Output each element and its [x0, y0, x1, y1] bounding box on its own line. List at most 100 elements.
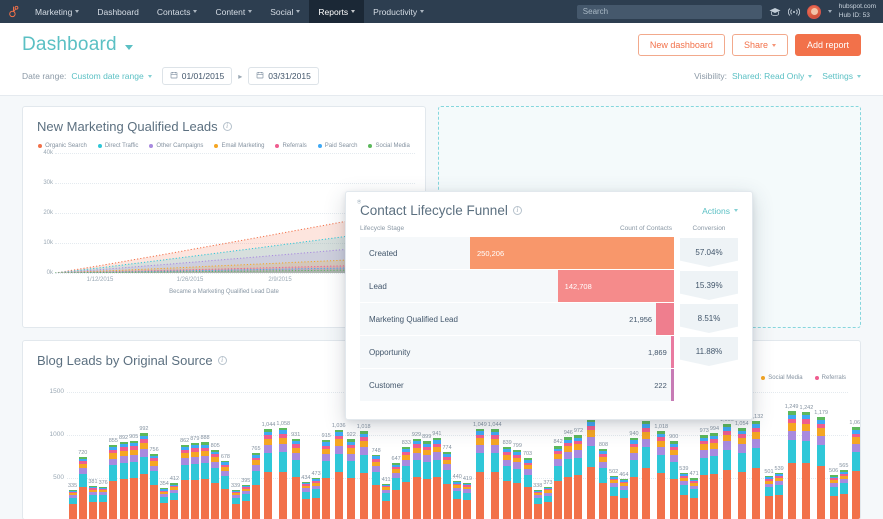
bar-stack — [201, 442, 210, 519]
funnel-actions-label: Actions — [702, 205, 730, 216]
bar-column[interactable]: 1,179 — [814, 383, 828, 519]
bar-column[interactable]: 412 — [170, 383, 179, 519]
bar-value-label: 501 — [764, 468, 774, 475]
graduation-cap-icon[interactable] — [769, 6, 781, 18]
bar-segment — [554, 481, 563, 519]
bar-segment — [334, 445, 343, 454]
y-axis-tick: 1000 — [49, 430, 64, 438]
funnel-row[interactable]: Marketing Qualified Lead 21,956 8.51% — [360, 302, 738, 335]
date-start-field[interactable]: 01/01/2015 — [161, 67, 233, 85]
bar-segment — [802, 423, 811, 432]
legend-item-email-marketing[interactable]: Email Marketing — [214, 143, 264, 149]
card-contact-lifecycle-funnel[interactable]: ⍟ Contact Lifecycle Funnel i Actions Lif… — [345, 191, 753, 420]
bar-column[interactable]: 915 — [322, 383, 331, 519]
bar-stack — [382, 483, 391, 519]
bar-column[interactable]: 992 — [139, 383, 149, 519]
bar-column[interactable]: 756 — [150, 383, 159, 519]
nav-item-productivity[interactable]: Productivity — [364, 0, 433, 23]
legend-item-direct-traffic[interactable]: Direct Traffic — [97, 143, 138, 149]
bar-segment — [359, 454, 368, 474]
funnel-col-stage: Lifecycle Stage — [360, 225, 405, 232]
bar-segment — [752, 468, 761, 519]
bar-column[interactable]: 892 — [119, 383, 128, 519]
bar-column[interactable]: 879 — [190, 383, 199, 519]
bar-column[interactable]: 354 — [160, 383, 169, 519]
bar-column[interactable]: 765 — [251, 383, 261, 519]
nav-item-dashboard[interactable]: Dashboard — [88, 0, 148, 23]
funnel-row[interactable]: Lead 142,708 15.39% — [360, 269, 738, 302]
bar-column[interactable]: 395 — [241, 383, 250, 519]
bar-column[interactable]: 931 — [291, 383, 300, 519]
bar-column[interactable]: 339 — [231, 383, 240, 519]
bar-value-label: 774 — [442, 445, 452, 452]
date-range-selector[interactable]: Custom date range — [71, 71, 152, 81]
nav-item-marketing[interactable]: Marketing — [26, 0, 88, 23]
bar-value-label: 922 — [346, 432, 356, 439]
bar-segment — [264, 472, 273, 519]
legend-item-paid-search[interactable]: Paid Search — [317, 143, 357, 149]
bar-column[interactable]: 1,058 — [276, 383, 290, 519]
legend-item-referrals[interactable]: Referrals — [275, 143, 307, 149]
bar-column[interactable]: 501 — [764, 383, 774, 519]
funnel-row[interactable]: Created 250,206 57.04% — [360, 236, 738, 269]
bar-segment — [301, 491, 310, 500]
bar-column[interactable]: 855 — [109, 383, 118, 519]
bar-column[interactable]: 1,044 — [262, 383, 275, 519]
bar-column[interactable]: 720 — [78, 383, 87, 519]
broadcast-icon[interactable] — [787, 6, 800, 18]
dashboard-selector-chevron-icon[interactable] — [124, 44, 133, 50]
bar-segment — [412, 453, 421, 461]
bar-column[interactable]: 376 — [99, 383, 108, 519]
bar-column[interactable]: 506 — [829, 383, 838, 519]
date-end-field[interactable]: 03/31/2015 — [248, 67, 319, 85]
hubspot-sprocket-icon[interactable] — [0, 0, 26, 23]
funnel-row[interactable]: Opportunity 1,869 11.88% — [360, 335, 738, 368]
visibility-selector[interactable]: Shared: Read Only — [732, 71, 813, 81]
nav-item-content[interactable]: Content — [206, 0, 261, 23]
legend-item-social-media[interactable]: Social Media — [368, 143, 410, 149]
bar-column[interactable]: 565 — [839, 383, 848, 519]
nav-item-social[interactable]: Social — [261, 0, 309, 23]
bar-column[interactable]: 335 — [68, 383, 77, 519]
bar-segment — [609, 496, 618, 519]
bar-column[interactable]: 1,036 — [332, 383, 346, 519]
bar-column[interactable]: 905 — [129, 383, 138, 519]
info-icon[interactable]: i — [512, 206, 522, 215]
bar-column[interactable]: 539 — [775, 383, 784, 519]
bar-column[interactable]: 862 — [180, 383, 189, 519]
funnel-actions-menu[interactable]: Actions — [702, 206, 738, 216]
bar-stack — [150, 453, 159, 519]
bar-column[interactable]: 1,242 — [799, 383, 813, 519]
new-dashboard-button[interactable]: New dashboard — [637, 34, 725, 56]
bar-segment — [722, 449, 731, 470]
info-icon[interactable]: i — [222, 122, 232, 131]
chevron-down-icon[interactable] — [827, 10, 832, 13]
search-input[interactable] — [576, 4, 762, 19]
bar-value-label: 338 — [533, 482, 543, 489]
legend-item-referrals[interactable]: Referrals — [814, 375, 846, 381]
move-handle-icon[interactable]: ⍟ — [357, 199, 361, 207]
avatar[interactable] — [806, 4, 821, 19]
bar-segment — [180, 458, 189, 465]
settings-menu[interactable]: Settings — [822, 71, 861, 81]
bar-column[interactable]: 805 — [211, 383, 220, 519]
add-report-button[interactable]: Add report — [794, 34, 861, 56]
bar-column[interactable]: 381 — [88, 383, 98, 519]
legend-item-social-media[interactable]: Social Media — [761, 375, 803, 381]
legend-item-other-campaigns[interactable]: Other Campaigns — [149, 143, 203, 149]
bar-column[interactable]: 1,249 — [785, 383, 798, 519]
bar-column[interactable]: 888 — [200, 383, 210, 519]
bar-column[interactable]: 678 — [221, 383, 230, 519]
nav-item-contacts[interactable]: Contacts — [148, 0, 207, 23]
bar-column[interactable]: 473 — [311, 383, 321, 519]
bar-stack — [752, 421, 761, 519]
bar-segment — [463, 492, 472, 501]
info-icon[interactable]: i — [217, 356, 227, 365]
nav-item-reports[interactable]: Reports — [309, 0, 365, 23]
bar-column[interactable]: 1,062 — [849, 383, 860, 519]
legend-item-organic-search[interactable]: Organic Search — [38, 143, 87, 149]
bar-segment — [513, 468, 522, 484]
share-button[interactable]: Share — [731, 34, 788, 56]
bar-column[interactable]: 434 — [301, 383, 310, 519]
funnel-row[interactable]: Customer 222 — [360, 368, 738, 401]
